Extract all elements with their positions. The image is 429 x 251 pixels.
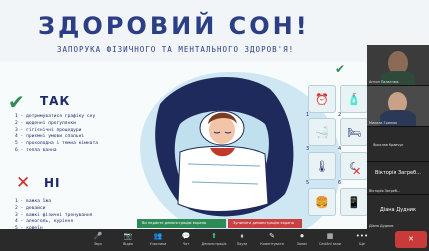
cross-icon: ✕ xyxy=(352,165,362,178)
toolbar-label: Сесійні зали xyxy=(319,242,341,246)
pause-share-button[interactable]: ⏸ Пауза xyxy=(226,229,258,251)
screen-share-notice: Ви надаєте демонстрацію екрана xyxy=(137,219,226,228)
list-item: 2 - щоденні прогулянки xyxy=(15,120,76,126)
toolbar-label: Відео xyxy=(123,242,133,246)
thermometer-icon: 🌡 xyxy=(308,152,336,180)
list-item: 1 - важка їжа xyxy=(15,199,51,204)
participant-tile-3[interactable]: Ярослав Кравчук xyxy=(367,127,429,162)
participant-tile-4[interactable]: Вікторія Загреб... Вікторія Загреб... xyxy=(367,162,429,195)
participant-video-2[interactable]: Микола Гринюк xyxy=(367,86,429,127)
more-button[interactable]: ••• Ще xyxy=(346,229,378,251)
end-meeting-button[interactable]: ✕ xyxy=(395,231,427,248)
burger-icon: 🍔 xyxy=(308,188,336,216)
more-icon: ••• xyxy=(355,232,369,240)
participant-tile-5[interactable]: Діана Дудник Діана Дудник xyxy=(367,195,429,230)
tile-number: 4 xyxy=(338,146,342,152)
shared-slide: ЗДОРОВИЙ СОН! ЗАПОРУКА ФІЗИЧНОГО ТА МЕНТ… xyxy=(0,0,429,251)
annotate-button[interactable]: ✎ Коментувати xyxy=(256,229,288,251)
toolbar-label: Коментувати xyxy=(260,242,284,246)
participant-name: Ярослав Кравчук xyxy=(373,143,404,147)
yes-list: 1 - дотримуватися графіку сну 2 - щоденн… xyxy=(15,114,98,155)
annotate-icon: ✎ xyxy=(269,232,275,240)
list-item: 2 - девайси xyxy=(15,205,46,211)
sleeping-person-illustration xyxy=(155,77,294,217)
toolbar-label: Пауза xyxy=(236,242,248,246)
check-icon: ✔ xyxy=(335,62,346,76)
tile-number: 6 xyxy=(338,180,342,186)
pause-icon: ⏸ xyxy=(240,232,244,240)
no-list: 1 - важка їжа 2 - девайси 3 - важкі фізи… xyxy=(15,199,92,233)
tile-number: 5 xyxy=(306,180,310,186)
toolbar-label: Ще xyxy=(359,242,365,246)
list-item: 1 - дотримуватися графіку сну xyxy=(15,114,96,119)
participant-name: Микола Гринюк xyxy=(369,121,398,125)
yes-heading: ТАК xyxy=(40,94,71,108)
bath-icon: 🛁 xyxy=(308,118,336,146)
participant-video-1[interactable]: Антон Палагнюк xyxy=(367,45,429,86)
list-item: 6 - тепла ванна xyxy=(15,147,57,153)
participant-display-name: Діана Дудник xyxy=(379,207,417,213)
stop-share-button[interactable]: Зупинити демонстрацію екрана xyxy=(228,219,302,228)
slide-subtitle: ЗАПОРУКА ФІЗИЧНОГО ТА МЕНТАЛЬНОГО ЗДОРОВ… xyxy=(57,45,295,54)
participant-display-name: Вікторія Загреб... xyxy=(375,170,421,176)
participant-name: Діана Дудник xyxy=(369,224,394,228)
check-icon: ✔ xyxy=(8,90,25,114)
no-heading: НІ xyxy=(44,176,61,190)
slide-title: ЗДОРОВИЙ СОН! xyxy=(38,12,310,40)
toolbar-label: Звук xyxy=(93,242,103,246)
video-button[interactable]: 📷 Відео xyxy=(112,229,144,251)
cross-icon: ✕ xyxy=(16,173,31,193)
bed-icon: 🛏 xyxy=(340,118,368,146)
breakout-rooms-button[interactable]: ▦ Сесійні зали xyxy=(314,229,346,251)
participant-name: Вікторія Загреб... xyxy=(369,189,401,193)
participant-name: Антон Палагнюк xyxy=(369,80,399,84)
tile-number: 3 xyxy=(306,146,310,152)
rooms-icon: ▦ xyxy=(326,232,334,240)
clock-icon: ⏰ xyxy=(308,85,336,113)
microphone-icon: 🎤 xyxy=(93,232,103,240)
list-item: 5 - прохолодна і темна кімната xyxy=(15,141,98,147)
audio-button[interactable]: 🎤 Звук xyxy=(82,229,114,251)
bottle-icon: 🧴 xyxy=(340,85,368,113)
tile-number: 2 xyxy=(338,112,342,118)
tile-number: 1 xyxy=(306,112,310,118)
phone-icon: 📱 xyxy=(340,188,368,216)
camera-icon: 📷 xyxy=(123,232,133,240)
